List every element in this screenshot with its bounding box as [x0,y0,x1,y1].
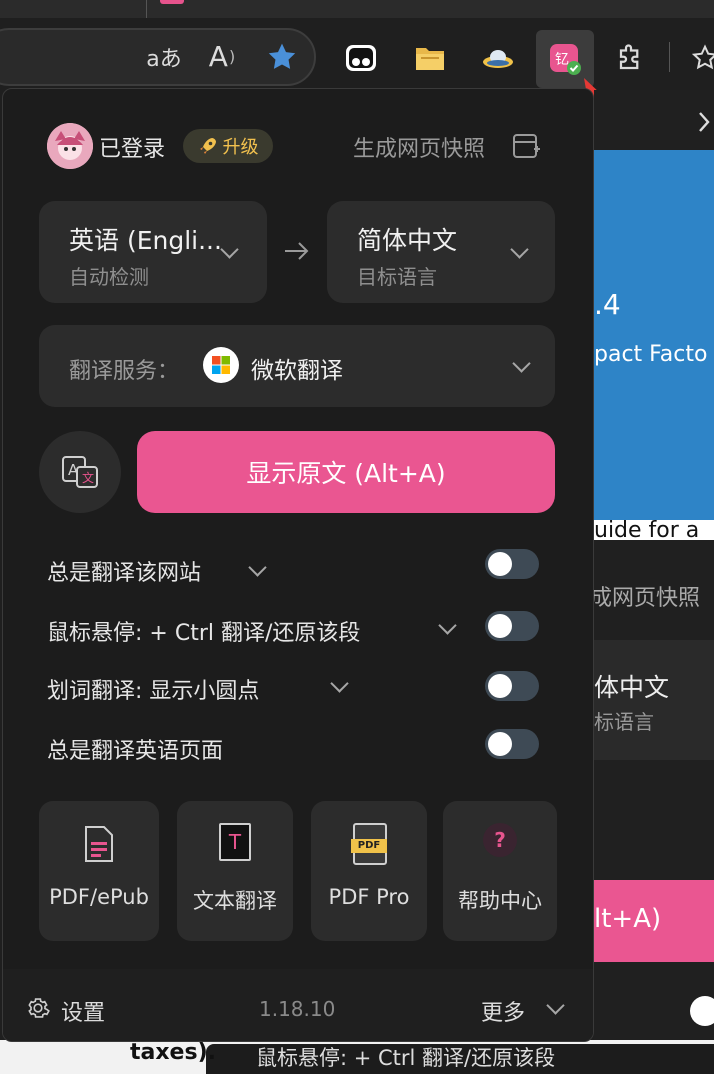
pdf-pro-icon: PDF [351,823,387,865]
translation-service-select[interactable]: 翻译服务： 微软翻译 [39,325,555,407]
svg-text:钇: 钇 [555,52,569,68]
chevron-right-icon [694,104,714,140]
tool-help-center-label: 帮助中心 [458,889,542,913]
microsoft-icon [203,347,239,383]
bg-snapshot-text: 成网页快照 [590,586,701,611]
background-lang-panel: 体中文 标语言 [594,640,714,760]
tool-text-translate-label: 文本翻译 [193,889,277,913]
source-language-select[interactable]: 英语 (Engli... 自动检测 [39,201,267,303]
ufo-extension-icon[interactable] [480,40,516,76]
text-translate-icon: T [219,823,251,861]
upgrade-label: 升级 [222,137,259,158]
target-language-name: 简体中文 [357,226,458,255]
chevron-down-icon[interactable] [330,674,349,693]
pdf-file-icon [85,826,113,862]
background-strip: uide for a [594,520,714,540]
background-banner: .4 pact Facto [594,150,714,520]
upgrade-button[interactable]: 升级 [183,129,273,163]
toolbar-separator [669,42,670,72]
option-always-translate-site: 总是翻译该网站 [47,561,202,586]
bg-taxes-text: taxes). [130,1040,216,1065]
chevron-down-icon [510,240,529,259]
toggle-knob [488,614,512,638]
tool-pdf-pro-label: PDF Pro [328,885,410,909]
folder-extension-icon[interactable] [413,42,447,74]
rocket-icon [199,138,216,154]
toggle-selection-translate[interactable] [485,671,539,701]
show-original-label: 显示原文 (Alt+A) [246,459,446,488]
snapshot-label[interactable]: 生成网页快照 [353,131,485,163]
tool-pdf-pro[interactable]: PDF PDF Pro [311,801,427,941]
translate-extension-icon: 钇 [550,44,581,75]
tool-help-center[interactable]: ? 帮助中心 [443,801,557,941]
chevron-down-icon [512,354,531,373]
show-original-button[interactable]: 显示原文 (Alt+A) [137,431,555,513]
bg-impact-text: pact Facto [594,342,708,367]
toggle-knob [488,732,512,756]
gear-icon[interactable] [25,995,51,1025]
background-pink-button: lt+A) [594,880,714,962]
popup-footer: 设置 1.18.10 更多 [3,969,593,1041]
more-button[interactable]: 更多 [481,995,525,1027]
bg-button-text: lt+A) [594,904,662,934]
active-tab-indicator [160,0,184,4]
favorite-star-icon[interactable] [265,40,299,74]
toggle-hover-translate[interactable] [485,611,539,641]
svg-text:文: 文 [82,470,94,485]
snapshot-icon[interactable] [511,131,541,165]
tab-strip [0,0,714,19]
settings-label[interactable]: 设置 [61,995,105,1027]
pdf-pro-badge: PDF [351,839,387,853]
read-aloud-label: aあ [146,47,182,72]
bg-hover-text: 鼠标悬停: + Ctrl 翻译/还原该段 [256,1046,556,1070]
login-status: 已登录 [99,137,166,162]
toggle-knob [488,674,512,698]
option-selection-translate: 划词翻译: 显示小圆点 [47,679,260,704]
bg-lang-sub: 标语言 [594,710,654,734]
immersive-reader-label: A [208,39,228,73]
service-label: 翻译服务： [69,359,180,384]
tool-text-translate[interactable]: T 文本翻译 [177,801,293,941]
extensions-puzzle-icon[interactable] [612,40,650,76]
source-language-name: 英语 (Engli... [69,226,222,255]
bg-lang-text: 体中文 [594,673,670,702]
immersive-reader-icon[interactable]: A) [204,38,240,74]
tab-divider [146,0,147,18]
toggle-always-translate-english[interactable] [485,729,539,759]
bg-toggle [690,996,714,1026]
translate-mode-button[interactable]: A文 [39,431,121,513]
service-value: 微软翻译 [251,358,343,384]
toggle-knob [488,552,512,576]
translate-mode-icon: A文 [62,456,98,488]
toggle-always-translate-site[interactable] [485,549,539,579]
translate-popup: 已登录 升级 生成网页快照 英语 (Engli... 自动检测 简体中文 目标语… [2,88,594,1042]
bg-guide-text: uide for a [594,520,700,540]
source-language-sub: 自动检测 [69,265,149,289]
favorites-icon[interactable] [690,40,714,76]
target-language-sub: 目标语言 [357,265,437,289]
option-hover-translate: 鼠标悬停: + Ctrl 翻译/还原该段 [47,621,361,646]
avatar[interactable] [47,123,93,169]
read-aloud-icon[interactable]: aあ [146,40,182,74]
bg-number: .4 [594,288,621,321]
arrow-right-icon [283,239,311,267]
tool-pdf-epub[interactable]: PDF/ePub [39,801,159,941]
glasses-extension-icon[interactable] [343,40,379,76]
chevron-down-icon[interactable] [546,996,565,1015]
version-label: 1.18.10 [259,997,336,1021]
chevron-down-icon [220,240,239,259]
option-always-translate-english: 总是翻译英语页面 [47,739,224,764]
chevron-down-icon[interactable] [438,616,457,635]
chevron-down-icon[interactable] [248,558,267,577]
background-bottom-panel: 鼠标悬停: + Ctrl 翻译/还原该段 [206,1044,714,1074]
target-language-select[interactable]: 简体中文 目标语言 [327,201,555,303]
tool-pdf-epub-label: PDF/ePub [49,885,149,909]
help-icon: ? [483,823,517,857]
